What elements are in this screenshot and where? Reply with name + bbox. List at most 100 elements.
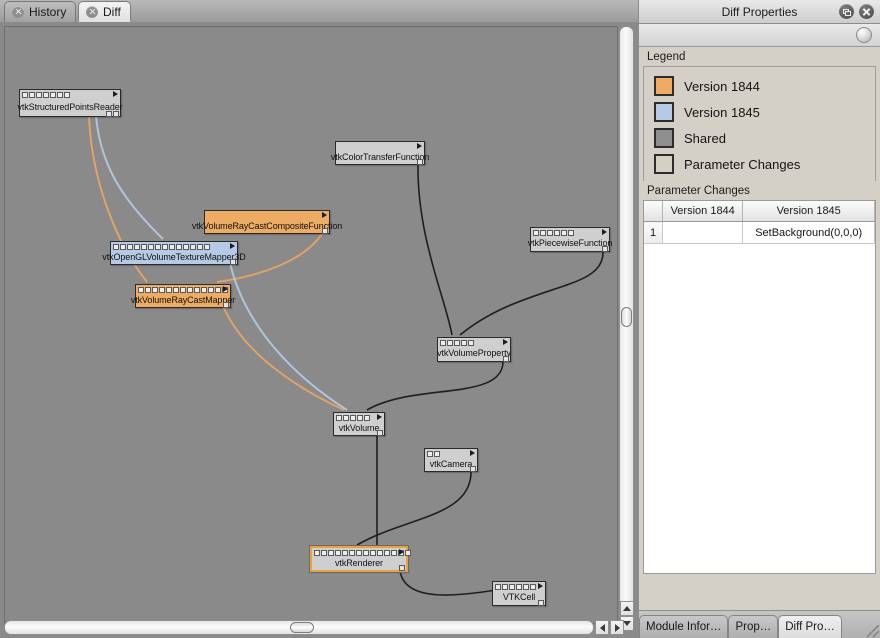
input-port[interactable] xyxy=(554,229,560,236)
input-port[interactable] xyxy=(22,91,28,98)
input-port[interactable] xyxy=(36,91,42,98)
input-port[interactable] xyxy=(328,549,334,556)
input-port[interactable] xyxy=(314,549,320,556)
input-port[interactable] xyxy=(427,450,433,457)
panel-tab[interactable]: Module Infor… xyxy=(639,615,729,638)
input-port[interactable] xyxy=(370,549,376,556)
output-port[interactable] xyxy=(417,159,423,165)
input-port[interactable] xyxy=(152,286,158,293)
input-port[interactable] xyxy=(197,243,203,250)
input-port[interactable] xyxy=(141,243,147,250)
table-column-header[interactable]: Version 1845 xyxy=(742,201,875,222)
input-port[interactable] xyxy=(187,286,193,293)
input-port[interactable] xyxy=(533,229,539,236)
input-port[interactable] xyxy=(173,286,179,293)
input-port[interactable] xyxy=(561,229,567,236)
output-port[interactable] xyxy=(470,466,476,472)
output-port[interactable] xyxy=(230,259,236,265)
input-port[interactable] xyxy=(134,243,140,250)
input-port[interactable] xyxy=(530,583,536,590)
node-expand-arrow-icon[interactable] xyxy=(538,583,543,589)
input-port[interactable] xyxy=(405,549,411,556)
graph-node[interactable]: vtkPiecewiseFunction xyxy=(528,227,612,252)
undock-icon[interactable] xyxy=(839,4,854,19)
output-port[interactable] xyxy=(377,430,383,436)
graph-node[interactable]: vtkVolumeRayCastMapper xyxy=(131,284,235,308)
output-port[interactable] xyxy=(602,246,608,252)
input-port[interactable] xyxy=(43,91,49,98)
input-port[interactable] xyxy=(176,243,182,250)
input-port[interactable] xyxy=(215,286,221,293)
graph-node[interactable]: vtkCamera xyxy=(424,448,478,472)
canvas-vertical-scrollbar[interactable] xyxy=(619,26,634,622)
close-icon[interactable] xyxy=(859,4,874,19)
input-port[interactable] xyxy=(461,339,467,346)
input-port[interactable] xyxy=(204,243,210,250)
panel-tab[interactable]: Prop… xyxy=(728,615,779,638)
input-port[interactable] xyxy=(349,549,355,556)
knob-handle[interactable] xyxy=(856,27,872,43)
input-port[interactable] xyxy=(357,414,363,421)
input-port[interactable] xyxy=(547,229,553,236)
table-cell[interactable]: SetBackground(0,0,0) xyxy=(742,221,875,244)
node-expand-arrow-icon[interactable] xyxy=(230,243,235,249)
close-icon[interactable] xyxy=(86,5,98,18)
close-icon[interactable] xyxy=(12,6,24,18)
input-port[interactable] xyxy=(502,583,508,590)
input-port[interactable] xyxy=(447,339,453,346)
canvas-horizontal-scrollbar[interactable] xyxy=(4,620,594,635)
input-port[interactable] xyxy=(145,286,151,293)
scrollbar-thumb[interactable] xyxy=(621,307,632,327)
node-expand-arrow-icon[interactable] xyxy=(470,450,475,456)
input-port[interactable] xyxy=(201,286,207,293)
table-column-header[interactable]: Version 1844 xyxy=(662,201,744,222)
input-port[interactable] xyxy=(336,414,342,421)
graph-node[interactable]: VTKCell xyxy=(492,581,546,606)
node-expand-arrow-icon[interactable] xyxy=(503,339,508,345)
graph-node[interactable]: vtkRenderer xyxy=(310,546,411,572)
input-port[interactable] xyxy=(194,286,200,293)
graph-node[interactable]: vtkVolumeRayCastCompositeFunction xyxy=(192,210,342,234)
input-port[interactable] xyxy=(335,549,341,556)
resize-grip[interactable] xyxy=(867,625,879,637)
node-expand-arrow-icon[interactable] xyxy=(602,229,607,235)
input-port[interactable] xyxy=(113,243,119,250)
output-port[interactable] xyxy=(113,111,119,117)
input-port[interactable] xyxy=(169,243,175,250)
panel-tab[interactable]: Diff Pro… xyxy=(778,615,842,638)
graph-node[interactable]: vtkStructuredPointsReader xyxy=(17,89,123,117)
table-column-header[interactable] xyxy=(644,201,663,222)
input-port[interactable] xyxy=(138,286,144,293)
input-port[interactable] xyxy=(516,583,522,590)
table-cell[interactable] xyxy=(662,221,744,244)
input-port[interactable] xyxy=(509,583,515,590)
input-port[interactable] xyxy=(127,243,133,250)
input-port[interactable] xyxy=(162,243,168,250)
input-port[interactable] xyxy=(155,243,161,250)
parameter-changes-table-wrap[interactable]: Version 1844 Version 1845 1 SetBackground(… xyxy=(643,200,876,574)
input-port[interactable] xyxy=(159,286,165,293)
input-port[interactable] xyxy=(454,339,460,346)
output-port[interactable] xyxy=(322,228,328,234)
input-port[interactable] xyxy=(57,91,63,98)
graph-node[interactable]: vtkVolume xyxy=(333,412,385,436)
input-port[interactable] xyxy=(120,243,126,250)
tab-history[interactable]: History xyxy=(4,1,77,22)
input-port[interactable] xyxy=(183,243,189,250)
node-expand-arrow-icon[interactable] xyxy=(322,212,327,218)
node-expand-arrow-icon[interactable] xyxy=(399,549,404,555)
input-port[interactable] xyxy=(190,243,196,250)
scrollbar-thumb[interactable] xyxy=(290,622,314,633)
table-row[interactable]: 1 SetBackground(0,0,0) xyxy=(644,221,875,244)
input-port[interactable] xyxy=(350,414,356,421)
input-port[interactable] xyxy=(321,549,327,556)
node-expand-arrow-icon[interactable] xyxy=(377,414,382,420)
input-port[interactable] xyxy=(377,549,383,556)
tab-diff[interactable]: Diff xyxy=(78,1,131,22)
output-port[interactable] xyxy=(399,565,405,571)
output-port[interactable] xyxy=(106,111,112,117)
input-port[interactable] xyxy=(364,414,370,421)
input-port[interactable] xyxy=(343,414,349,421)
input-port[interactable] xyxy=(384,549,390,556)
output-port[interactable] xyxy=(538,600,544,606)
